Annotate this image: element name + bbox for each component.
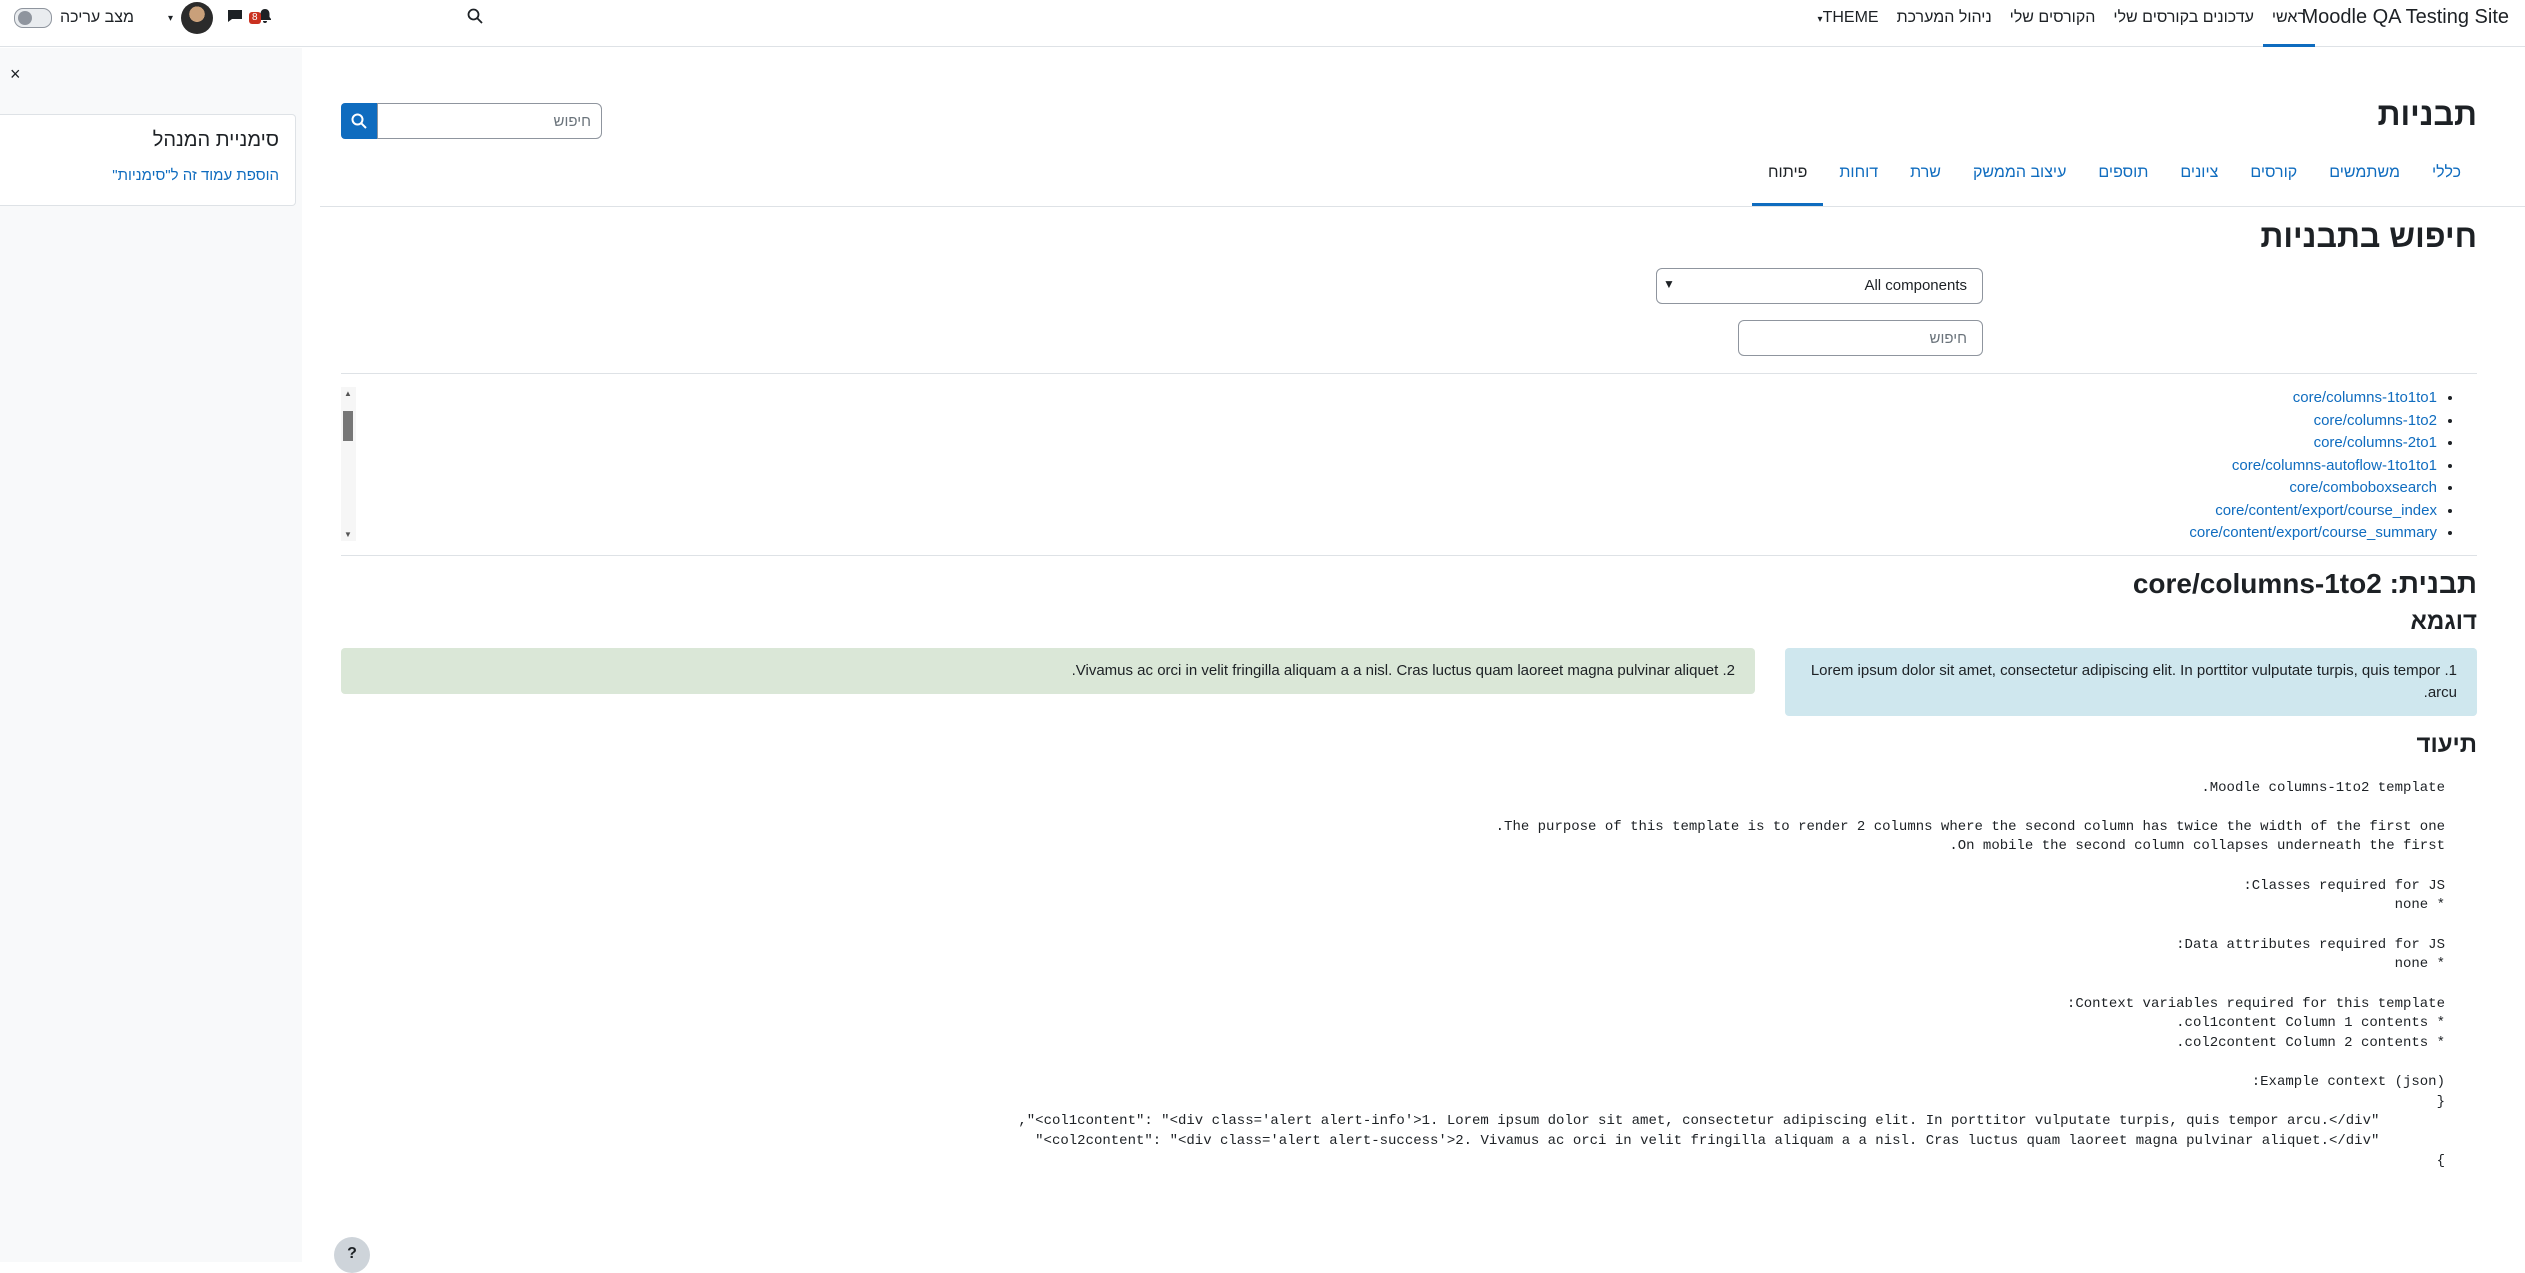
nav-item-site-admin[interactable]: ניהול המערכת xyxy=(1888,0,2001,47)
top-navbar: Moodle QA Testing Site ראשי עדכונים בקור… xyxy=(0,0,2525,47)
list-item: core/content/export/course_summary xyxy=(341,522,2437,541)
search-icon[interactable] xyxy=(467,8,483,29)
tab-courses[interactable]: קורסים xyxy=(2234,154,2313,206)
tab-grades[interactable]: ציונים xyxy=(2164,154,2234,206)
navbar-usermenu-area: 8 ▾ מצב עריכה xyxy=(14,0,483,36)
doc-line: * none xyxy=(2394,956,2445,972)
scroll-thumb[interactable] xyxy=(343,411,353,441)
tab-general[interactable]: כללי xyxy=(2416,154,2477,206)
list-item: core/columns-2to1 xyxy=(341,432,2437,455)
doc-line: * none xyxy=(2394,897,2445,913)
tab-reports[interactable]: דוחות xyxy=(1823,154,1894,206)
bell-icon[interactable]: 8 xyxy=(249,8,273,29)
admin-search-input[interactable]: חיפוש xyxy=(377,103,602,139)
tab-server[interactable]: שרת xyxy=(1894,154,1957,206)
nav-item-theme[interactable]: THEME▾ xyxy=(1809,0,1888,47)
doc-line: Moodle columns-1to2 template. xyxy=(2201,780,2445,796)
doc-line: * col1content Column 1 contents. xyxy=(2176,1015,2445,1031)
chevron-down-icon: ▼ xyxy=(1663,277,1675,291)
divider xyxy=(341,373,2477,374)
divider xyxy=(320,206,2525,207)
secondary-navigation: כללי משתמשים קורסים ציונים תוספים עיצוב … xyxy=(1752,154,2477,206)
template-link[interactable]: core/columns-autoflow-1to1to1 xyxy=(2232,457,2437,474)
doc-line: Data attributes required for JS: xyxy=(2176,937,2445,953)
admin-bookmarks-block: סימניית המנהל הוספת עמוד זה ל"סימניות" xyxy=(0,114,296,206)
doc-line: } xyxy=(2436,1153,2445,1169)
admin-search-form: חיפוש xyxy=(341,103,602,139)
edit-mode-control[interactable]: מצב עריכה xyxy=(14,8,134,28)
site-brand[interactable]: Moodle QA Testing Site xyxy=(2301,0,2509,47)
example-column-2: 2. Vivamus ac orci in velit fringilla al… xyxy=(341,648,1755,694)
nav-item-theme-label: THEME xyxy=(1822,9,1879,26)
tab-development[interactable]: פיתוח xyxy=(1752,154,1824,206)
add-bookmark-link[interactable]: הוספת עמוד זה ל"סימניות" xyxy=(112,167,279,184)
tab-users[interactable]: משתמשים xyxy=(2313,154,2416,206)
list-item: core/columns-1to2 xyxy=(341,410,2437,433)
doc-line: Example context (json): xyxy=(2251,1074,2445,1090)
template-link[interactable]: core/comboboxsearch xyxy=(2289,479,2437,496)
template-link[interactable]: core/columns-1to1to1 xyxy=(2293,389,2437,406)
doc-line: { xyxy=(2436,1094,2445,1110)
list-scrollbar[interactable]: ▲ ▼ xyxy=(341,387,356,541)
component-select[interactable]: All components ▼ xyxy=(1656,268,1983,304)
template-link[interactable]: core/columns-1to2 xyxy=(2314,412,2437,429)
template-list: core/columns-1to1to1 core/columns-1to2 c… xyxy=(341,387,2477,541)
doc-line: Classes required for JS: xyxy=(2243,878,2445,894)
edit-mode-toggle[interactable] xyxy=(14,8,52,28)
list-item: core/columns-1to1to1 xyxy=(341,387,2437,410)
nav-item-dashboard[interactable]: עדכונים בקורסים שלי xyxy=(2104,0,2262,47)
doc-line: On mobile the second column collapses un… xyxy=(1949,838,2445,854)
template-heading: תבנית: core/columns-1to2 xyxy=(2132,568,2477,599)
nav-item-home[interactable]: ראשי xyxy=(2262,0,2316,47)
chat-icon[interactable] xyxy=(227,8,243,29)
doc-line: * col2content Column 2 contents. xyxy=(2176,1035,2445,1051)
user-menu[interactable]: ▾ xyxy=(168,2,213,34)
notification-badge: 8 xyxy=(249,11,261,24)
list-item: core/columns-autoflow-1to1to1 xyxy=(341,455,2437,478)
avatar xyxy=(181,2,213,34)
example-column-1: 1. Lorem ipsum dolor sit amet, consectet… xyxy=(1785,648,2477,716)
template-search-input[interactable]: חיפוש xyxy=(1738,320,1983,356)
template-link[interactable]: core/content/export/course_index xyxy=(2215,502,2437,519)
close-icon[interactable]: × xyxy=(10,64,21,85)
edit-mode-label: מצב עריכה xyxy=(60,9,134,26)
template-link[interactable]: core/columns-2to1 xyxy=(2314,434,2437,451)
block-drawer: × סימניית המנהל הוספת עמוד זה ל"סימניות" xyxy=(0,48,302,1262)
documentation-heading: תיעוד xyxy=(2416,731,2477,758)
doc-line: "col1content": "<div class='alert alert-… xyxy=(1018,1113,2413,1129)
list-item: core/comboboxsearch xyxy=(341,477,2437,500)
doc-line: The purpose of this template is to rende… xyxy=(1495,819,2445,835)
chevron-down-icon: ▾ xyxy=(167,12,173,24)
template-search-heading: חיפוש בתבניות xyxy=(2260,218,2477,254)
search-icon xyxy=(351,113,367,129)
doc-line: Context variables required for this temp… xyxy=(2066,996,2445,1012)
search-button[interactable] xyxy=(341,103,377,139)
nav-item-my-courses[interactable]: הקורסים שלי xyxy=(2001,0,2105,47)
admin-bookmarks-title: סימניית המנהל xyxy=(152,129,279,151)
component-select-value: All components xyxy=(1864,277,1967,294)
example-heading: דוגמא xyxy=(2410,608,2477,635)
scroll-up-icon[interactable]: ▲ xyxy=(344,389,352,398)
tab-appearance[interactable]: עיצוב הממשק xyxy=(1957,154,2082,206)
primary-navigation: ראשי עדכונים בקורסים שלי הקורסים שלי ניה… xyxy=(1809,0,2316,47)
divider xyxy=(341,555,2477,556)
help-button[interactable]: ? xyxy=(334,1237,370,1273)
list-item: core/content/export/course_index xyxy=(341,500,2437,523)
scroll-down-icon[interactable]: ▼ xyxy=(344,530,352,539)
template-documentation: Moodle columns-1to2 template. The purpos… xyxy=(341,780,2477,1235)
main-region: תבניות חיפוש כללי משתמשים קורסים ציונים … xyxy=(320,48,2525,1262)
tab-plugins[interactable]: תוספים xyxy=(2082,154,2164,206)
page-title: תבניות xyxy=(2377,96,2477,132)
template-link[interactable]: core/content/export/course_summary xyxy=(2189,524,2437,541)
doc-line: "col2content": "<div class='alert alert-… xyxy=(1035,1133,2413,1149)
